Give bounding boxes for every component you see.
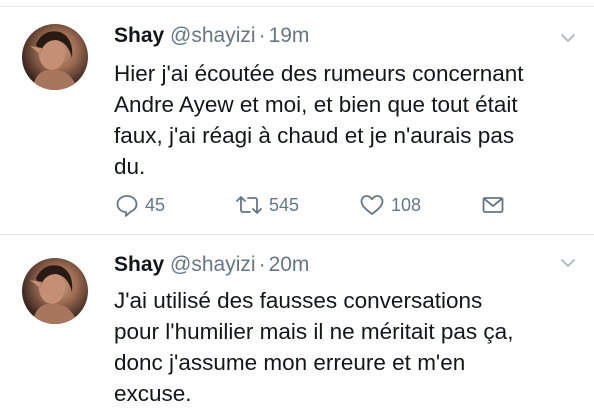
tweet-text-line: du.	[114, 154, 146, 179]
avatar[interactable]	[22, 258, 88, 324]
envelope-icon	[482, 197, 504, 213]
tweet[interactable]: Shay @shayizi · 19m Hier j'ai écoutée des …	[0, 0, 594, 234]
tweet-text: J'ai utilisé des fausses conversations p…	[114, 285, 584, 408]
separator-dot: ·	[258, 253, 266, 276]
heart-icon	[360, 195, 384, 215]
tweet-header: Shay @shayizi · 19m	[114, 23, 309, 49]
timestamp[interactable]: 19m	[269, 24, 310, 47]
tweet-actions: 45 545 108	[114, 190, 534, 220]
reply-icon	[116, 195, 138, 217]
retweet-count: 545	[269, 194, 300, 215]
tweet-text-line: faux, j'ai réagi à chaud et je n'aurais …	[114, 123, 515, 148]
avatar-photo	[30, 31, 78, 90]
chevron-down-icon[interactable]	[560, 255, 576, 271]
retweet-button[interactable]: 545	[234, 190, 299, 220]
chevron-down-icon[interactable]	[560, 30, 576, 46]
tweet-text-line: excuse.	[114, 381, 192, 406]
tweet-text-line: Andre Ayew et moi, et bien que tout étai…	[114, 92, 518, 117]
tweet-text-line: pour l'humilier mais il ne méritait pas …	[114, 319, 514, 344]
display-name[interactable]: Shay	[114, 253, 164, 276]
retweet-icon	[236, 196, 262, 214]
tweet[interactable]: Shay @shayizi · 20m J'ai utilisé des fauss…	[0, 235, 594, 408]
reply-count: 45	[145, 194, 166, 215]
tweet-text: Hier j'ai écoutée des rumeurs concernant…	[114, 58, 584, 182]
display-name[interactable]: Shay	[114, 24, 164, 47]
tweet-text-line: donc j'assume mon erreure et m'en	[114, 350, 466, 375]
user-handle[interactable]: @shayizi	[170, 24, 256, 47]
like-count: 108	[391, 194, 422, 215]
like-button[interactable]: 108	[358, 190, 421, 220]
avatar-photo	[30, 265, 78, 324]
direct-message-button[interactable]	[480, 190, 506, 220]
avatar[interactable]	[22, 24, 88, 90]
user-handle[interactable]: @shayizi	[170, 253, 256, 276]
timestamp[interactable]: 20m	[269, 253, 310, 276]
separator-dot: ·	[258, 24, 266, 47]
reply-button[interactable]: 45	[114, 190, 165, 220]
tweet-header: Shay @shayizi · 20m	[114, 252, 309, 278]
tweet-text-line: Hier j'ai écoutée des rumeurs concernant	[114, 61, 524, 86]
tweet-feed: Shay @shayizi · 19m Hier j'ai écoutée des …	[0, 0, 594, 408]
tweet-text-line: J'ai utilisé des fausses conversations	[114, 288, 483, 313]
